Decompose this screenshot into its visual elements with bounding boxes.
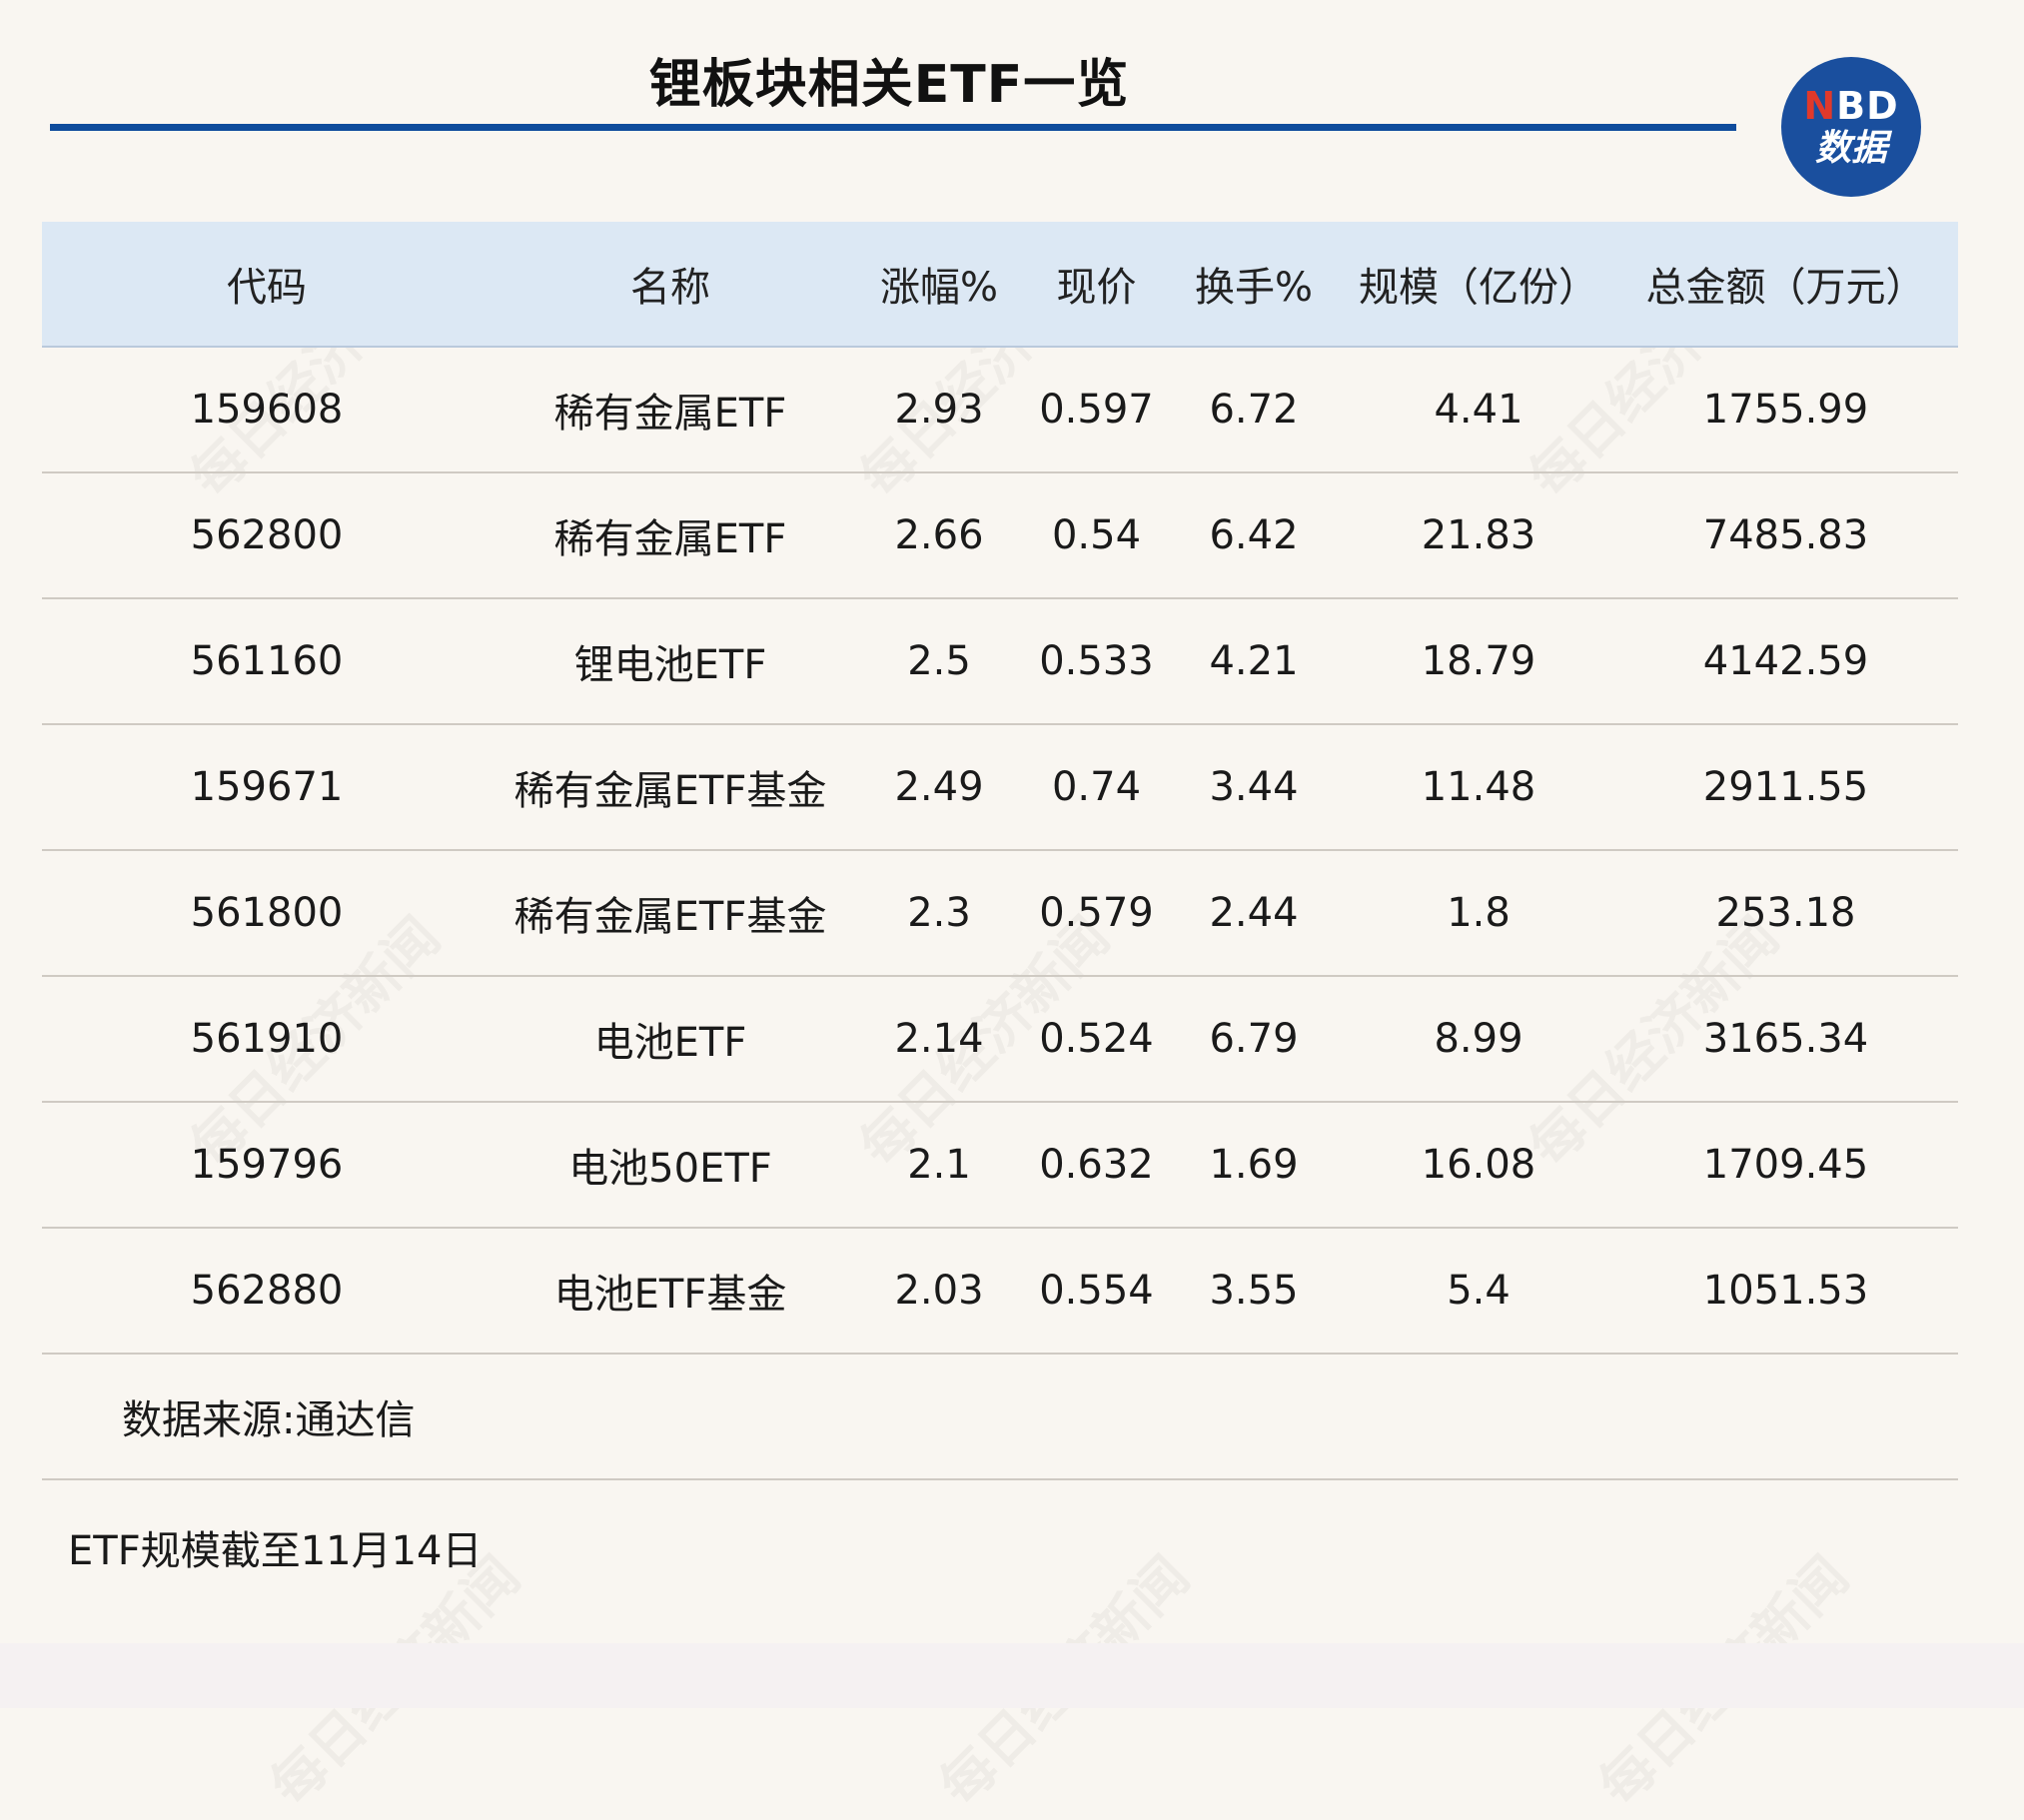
table-row: 561910 电池ETF 2.14 0.524 6.79 8.99 3165.34 [42,977,1958,1103]
cell-amount: 1051.53 [1702,1268,1869,1314]
cell-scale: 11.48 [1421,764,1536,810]
header-change: 涨幅% [879,265,998,311]
cell-code: 159671 [190,764,344,810]
table-row: 562880 电池ETF基金 2.03 0.554 3.55 5.4 1051.53 [42,1229,1958,1355]
cell-price: 0.632 [1039,1142,1154,1188]
logo-wordmark: NBD [1803,84,1899,128]
cell-amount: 1709.45 [1702,1142,1869,1188]
cell-code: 159796 [190,1142,344,1188]
cell-scale: 16.08 [1421,1142,1536,1188]
cell-amount: 3165.34 [1702,1016,1869,1062]
header-amount: 总金额（万元） [1645,265,1926,311]
header-scale: 规模（亿份） [1359,265,1598,311]
cell-scale: 4.41 [1434,387,1523,433]
cell-change: 2.49 [894,764,984,810]
cell-code: 562800 [190,512,344,558]
source-row: 数据来源:通达信 [42,1355,1958,1480]
cell-amount: 7485.83 [1702,512,1869,558]
cell-amount: 253.18 [1715,890,1856,936]
logo-subtitle: 数据 [1814,128,1887,169]
table-row: 159671 稀有金属ETF基金 2.49 0.74 3.44 11.48 2911.55 [42,725,1958,851]
cell-code: 561910 [190,1016,344,1062]
cell-amount: 1755.99 [1702,387,1869,433]
cell-change: 2.93 [894,387,984,433]
cell-price: 0.597 [1039,387,1154,433]
cell-name: 电池50ETF [568,1146,772,1192]
cell-turnover: 3.55 [1209,1268,1299,1314]
cell-price: 0.533 [1039,638,1154,684]
cell-change: 2.5 [907,638,971,684]
table-row: 561800 稀有金属ETF基金 2.3 0.579 2.44 1.8 253.18 [42,851,1958,977]
source-note: 数据来源:通达信 [122,1397,416,1443]
cell-price: 0.554 [1039,1268,1154,1314]
header-price: 现价 [1056,265,1137,311]
cell-turnover: 1.69 [1209,1142,1299,1188]
cell-amount: 2911.55 [1702,764,1869,810]
header-name: 名称 [630,265,710,311]
cell-scale: 1.8 [1447,890,1511,936]
cell-turnover: 6.42 [1209,512,1299,558]
page-title: 锂板块相关ETF一览 [648,55,1130,115]
cell-scale: 21.83 [1421,512,1536,558]
cell-turnover: 4.21 [1209,638,1299,684]
cell-code: 159608 [190,387,344,433]
cell-name: 稀有金属ETF [553,391,787,437]
table-row: 562800 稀有金属ETF 2.66 0.54 6.42 21.83 7485.83 [42,473,1958,599]
table-row: 159796 电池50ETF 2.1 0.632 1.69 16.08 1709.45 [42,1103,1958,1229]
cell-name: 稀有金属ETF [553,516,787,562]
cell-scale: 5.4 [1447,1268,1511,1314]
cell-amount: 4142.59 [1702,638,1869,684]
header-code: 代码 [227,265,307,311]
cell-name: 锂电池ETF [573,642,767,688]
cell-change: 2.03 [894,1268,984,1314]
cell-code: 561800 [190,890,344,936]
cell-name: 电池ETF [593,1020,747,1066]
cell-name: 电池ETF基金 [553,1272,787,1318]
scale-note: ETF规模截至11月14日 [68,1528,483,1574]
cell-change: 2.66 [894,512,984,558]
title-underline [50,124,1736,131]
cell-price: 0.54 [1051,512,1142,558]
table-row: 561160 锂电池ETF 2.5 0.533 4.21 18.79 4142.59 [42,599,1958,725]
cell-name: 稀有金属ETF基金 [513,894,827,940]
cell-change: 2.1 [907,1142,971,1188]
cell-change: 2.3 [907,890,971,936]
cell-turnover: 2.44 [1209,890,1299,936]
nbd-logo: NBD 数据 [1781,57,1921,197]
cell-change: 2.14 [894,1016,984,1062]
etf-table: 代码 名称 涨幅% 现价 换手% 规模（亿份） 总金额（万元） 159608 稀有… [42,222,1958,1480]
bottom-band [0,1643,2024,1708]
table-header: 代码 名称 涨幅% 现价 换手% 规模（亿份） 总金额（万元） [42,222,1958,348]
cell-code: 561160 [190,638,344,684]
header-turnover: 换手% [1194,265,1313,311]
cell-price: 0.524 [1039,1016,1154,1062]
cell-turnover: 3.44 [1209,764,1299,810]
cell-scale: 8.99 [1434,1016,1523,1062]
cell-price: 0.579 [1039,890,1154,936]
cell-turnover: 6.72 [1209,387,1299,433]
cell-code: 562880 [190,1268,344,1314]
table-row: 159608 稀有金属ETF 2.93 0.597 6.72 4.41 1755.99 [42,348,1958,473]
cell-price: 0.74 [1051,764,1142,810]
cell-turnover: 6.79 [1209,1016,1299,1062]
table-body: 159608 稀有金属ETF 2.93 0.597 6.72 4.41 1755.99 562… [42,348,1958,1355]
cell-name: 稀有金属ETF基金 [513,768,827,814]
cell-scale: 18.79 [1421,638,1536,684]
